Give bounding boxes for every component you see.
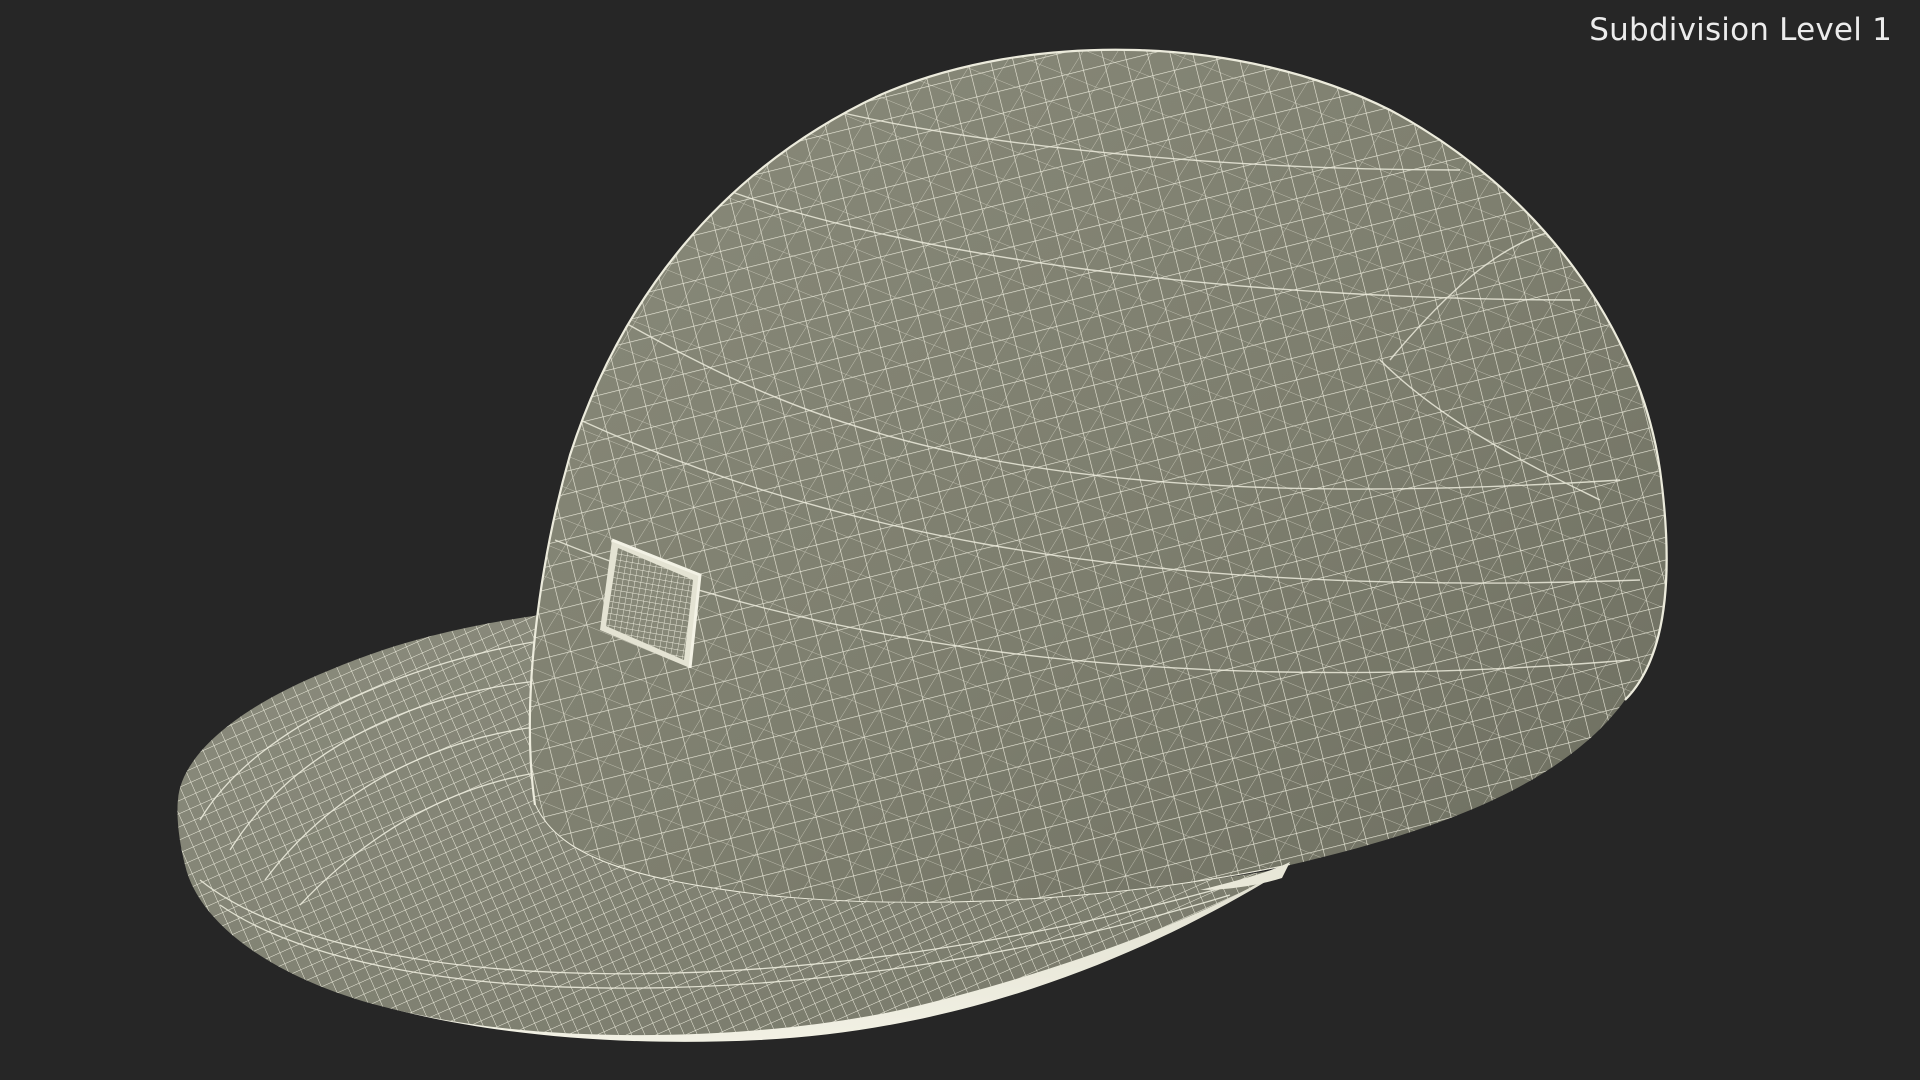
render-viewport: Subdivision Level 1	[0, 0, 1920, 1080]
crown	[529, 49, 1667, 903]
cap-wireframe-render	[177, 48, 1668, 1042]
subdivision-level-label: Subdivision Level 1	[1589, 12, 1892, 48]
